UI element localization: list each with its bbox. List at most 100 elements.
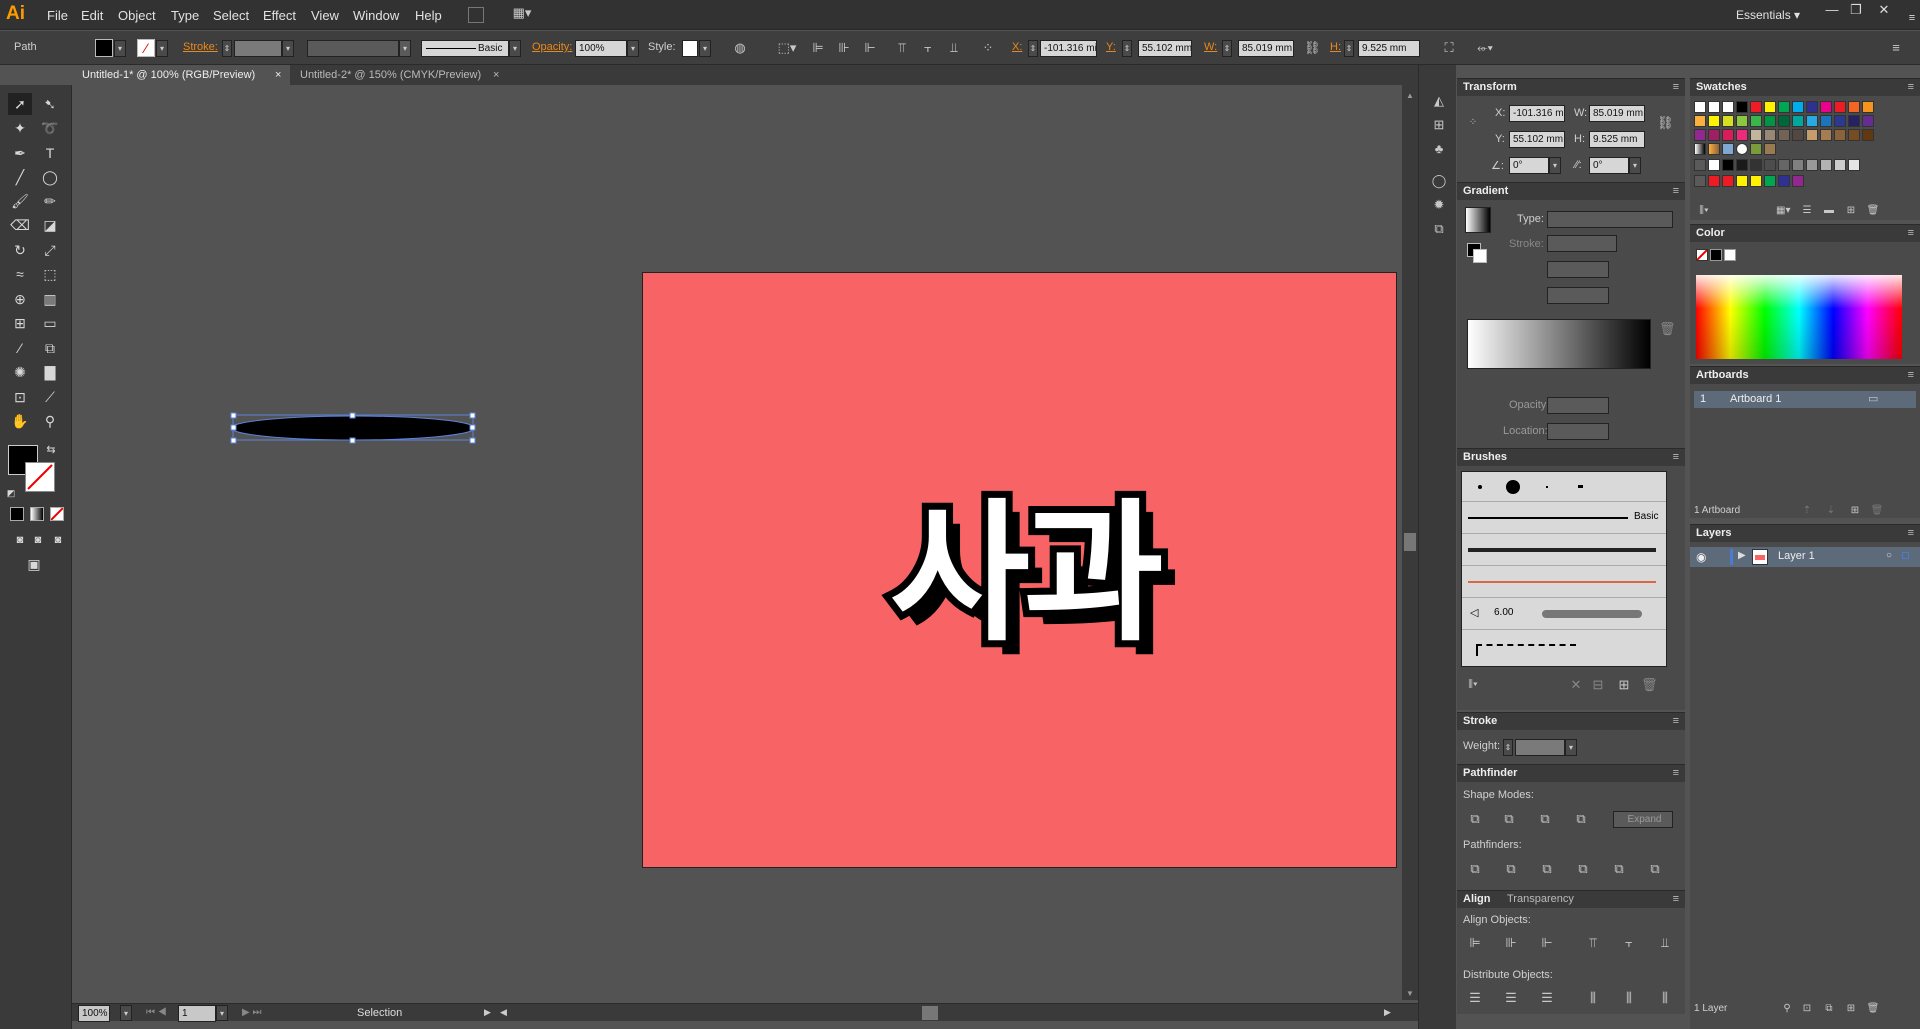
swatch[interactable]: [1806, 159, 1818, 171]
stroke-weight-stepper[interactable]: ⇕: [222, 40, 232, 57]
menu-object[interactable]: Object: [118, 8, 156, 23]
tab-close-icon[interactable]: ×: [493, 65, 499, 85]
swatch[interactable]: [1778, 175, 1790, 187]
stroke-label[interactable]: Stroke:: [183, 41, 218, 53]
opacity-dropdown[interactable]: ▾: [627, 40, 639, 57]
w-label[interactable]: W:: [1204, 41, 1217, 53]
align-vcenter-icon[interactable]: ⫟: [920, 40, 936, 56]
new-artboard-icon[interactable]: ⊞: [1848, 503, 1862, 519]
constrain-proportions-icon[interactable]: ⛓: [1304, 40, 1321, 56]
graphic-styles-icon[interactable]: ✹: [1430, 197, 1448, 213]
color-mode-icon[interactable]: [10, 507, 24, 521]
align-to-icon[interactable]: ⬚▾: [774, 40, 800, 56]
panel-menu-icon[interactable]: ≡: [1673, 891, 1679, 908]
warp-tool-icon[interactable]: ≈: [8, 263, 32, 285]
align-tab[interactable]: Align: [1463, 893, 1491, 905]
h-distribute-left-icon[interactable]: ⫼: [1585, 990, 1601, 1006]
h-align-center-icon[interactable]: ⊪: [1503, 935, 1519, 951]
fill-swatch[interactable]: [95, 39, 113, 57]
gradient-opacity-input[interactable]: [1547, 397, 1609, 414]
paintbrush-tool-icon[interactable]: 🖌: [8, 190, 32, 212]
swatch[interactable]: [1694, 115, 1706, 127]
swatch[interactable]: [1736, 175, 1748, 187]
links-icon[interactable]: ⧉: [1430, 221, 1448, 237]
none-swatch[interactable]: [1696, 249, 1708, 261]
swatch[interactable]: [1736, 143, 1748, 155]
options-icon[interactable]: ⊟: [1591, 677, 1605, 693]
visibility-icon[interactable]: ◉: [1696, 550, 1706, 564]
slice-tool-icon[interactable]: ⟋: [38, 386, 62, 408]
profile-dropdown[interactable]: ▾: [399, 40, 411, 57]
default-colors-icon[interactable]: ◩: [4, 482, 18, 504]
panel-menu-icon[interactable]: ≡: [1908, 367, 1914, 384]
stroke-swatch-dropdown[interactable]: ▾: [156, 40, 168, 57]
gradient-aspect-input[interactable]: [1547, 287, 1609, 304]
swatch[interactable]: [1820, 129, 1832, 141]
direct-selection-tool-icon[interactable]: ➷: [38, 93, 62, 115]
swatch[interactable]: [1750, 175, 1762, 187]
merge-icon[interactable]: ⧉: [1539, 861, 1555, 877]
brush-bristle[interactable]: ◁ 6.00: [1462, 598, 1666, 630]
gradient-tool-icon[interactable]: ▭: [38, 312, 62, 334]
tab-untitled-1[interactable]: Untitled-1* @ 100% (RGB/Preview) ×: [72, 65, 290, 85]
weight-stepper[interactable]: ⇕: [1503, 739, 1513, 756]
swatch[interactable]: [1764, 175, 1776, 187]
isolate-selected-icon[interactable]: ⬰▾: [1470, 40, 1500, 56]
next-artboard-icon[interactable]: ▶ ⏭: [242, 1007, 261, 1018]
swatch[interactable]: [1708, 115, 1720, 127]
free-transform-tool-icon[interactable]: ⬚: [38, 263, 62, 285]
y-label[interactable]: Y:: [1106, 41, 1116, 53]
swatch[interactable]: [1778, 115, 1790, 127]
first-artboard-icon[interactable]: ⏮ ◀: [146, 1007, 167, 1018]
brush-definition[interactable]: Basic: [421, 40, 509, 57]
brush-pattern[interactable]: [1462, 630, 1666, 662]
perspective-grid-tool-icon[interactable]: ▥: [38, 288, 62, 310]
swatch[interactable]: [1778, 129, 1790, 141]
transparency-tab[interactable]: Transparency: [1507, 891, 1574, 908]
trim-icon[interactable]: ⧉: [1503, 861, 1519, 877]
new-sublayer-icon[interactable]: ⧉: [1822, 1001, 1836, 1017]
swatch[interactable]: [1862, 101, 1874, 113]
swatch-none[interactable]: [1694, 101, 1706, 113]
unite-icon[interactable]: ⧉: [1467, 811, 1483, 827]
gradient-stroke-swatch[interactable]: [1473, 249, 1487, 263]
swatch[interactable]: [1862, 129, 1874, 141]
control-menu-icon[interactable]: ≡: [1888, 40, 1904, 56]
reference-point-icon[interactable]: ⁘: [980, 40, 996, 56]
restore-icon[interactable]: ❐: [1846, 2, 1866, 18]
x-label[interactable]: X:: [1012, 41, 1022, 53]
shape-builder-tool-icon[interactable]: ⊕: [8, 288, 32, 310]
panel-menu-icon[interactable]: ≡: [1673, 765, 1679, 782]
delete-swatch-icon[interactable]: 🗑: [1866, 203, 1880, 219]
color-group-icon[interactable]: ▬: [1822, 203, 1836, 219]
draw-inside-icon[interactable]: ◙: [46, 529, 70, 551]
transform-h-input[interactable]: 9.525 mm: [1589, 131, 1645, 148]
swatch[interactable]: [1848, 159, 1860, 171]
blob-brush-tool-icon[interactable]: ⌫: [8, 214, 32, 236]
scale-tool-icon[interactable]: ⤢: [38, 239, 62, 261]
menu-select[interactable]: Select: [213, 8, 249, 23]
v-distribute-center-icon[interactable]: ☰: [1503, 990, 1519, 1006]
new-brush-icon[interactable]: ⊞: [1617, 677, 1631, 693]
divide-icon[interactable]: ⧉: [1467, 861, 1483, 877]
status-menu-icon[interactable]: ▶: [484, 1007, 491, 1018]
artboard-row[interactable]: 1 Artboard 1 ▭: [1694, 391, 1916, 408]
swatch[interactable]: [1736, 159, 1748, 171]
scroll-left-icon[interactable]: ◀: [500, 1007, 507, 1018]
menu-edit[interactable]: Edit: [81, 8, 103, 23]
h-align-left-icon[interactable]: ⊫: [1467, 935, 1483, 951]
swatch[interactable]: [1722, 175, 1734, 187]
scroll-right-icon[interactable]: ▶: [1384, 1007, 1391, 1018]
swatch[interactable]: [1736, 129, 1748, 141]
swatch[interactable]: [1834, 101, 1846, 113]
align-hcenter-icon[interactable]: ⊪: [836, 40, 852, 56]
menu-view[interactable]: View: [311, 8, 339, 23]
symbols-icon[interactable]: ♣: [1430, 141, 1448, 157]
mesh-tool-icon[interactable]: ⊞: [8, 312, 32, 334]
recolor-artwork-icon[interactable]: ◍: [732, 40, 748, 56]
color-spectrum[interactable]: [1696, 275, 1902, 359]
swatch[interactable]: [1792, 101, 1804, 113]
zoom-input[interactable]: 100%: [78, 1005, 110, 1022]
swap-fill-stroke-icon[interactable]: ⇆: [44, 439, 58, 461]
swatch[interactable]: [1792, 175, 1804, 187]
